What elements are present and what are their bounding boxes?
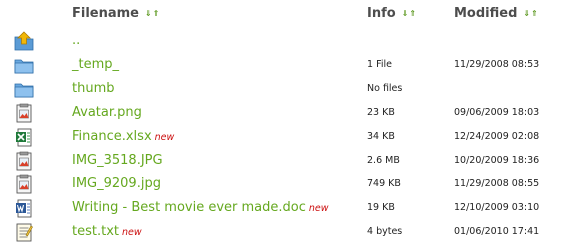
sort-ascending-icon[interactable]: ⇑	[409, 9, 416, 18]
file-name-link[interactable]: Finance.xlsx new	[72, 129, 174, 144]
sort-descending-icon[interactable]: ⇓	[402, 9, 409, 18]
file-row[interactable]: _temp_ 1 File 11/29/2008 08:53	[0, 54, 569, 77]
file-row[interactable]: ..	[0, 30, 569, 53]
modified-header[interactable]: Modified ⇓ ⇑	[454, 6, 538, 21]
file-name-link[interactable]: Writing - Best movie ever made.doc new	[72, 200, 329, 215]
file-name-text: test.txt	[72, 224, 119, 240]
file-modified-date: 11/29/2008 08:53	[454, 58, 540, 70]
info-header[interactable]: Info ⇓ ⇑	[367, 6, 416, 21]
new-badge: new	[308, 203, 329, 215]
file-info: 23 KB	[367, 106, 395, 118]
file-modified-date: 12/10/2009 03:10	[454, 202, 540, 214]
sort-descending-icon[interactable]: ⇓	[145, 9, 152, 18]
file-info: 4 bytes	[367, 226, 403, 238]
file-name-link[interactable]: _temp_	[72, 57, 119, 72]
file-name-link[interactable]: thumb	[72, 81, 115, 96]
file-list: Filename ⇓ ⇑ Info ⇓ ⇑ Modified ⇓ ⇑ .. _te…	[0, 0, 569, 246]
file-row[interactable]: thumb No files	[0, 78, 569, 101]
file-modified-date: 09/06/2009 18:03	[454, 106, 540, 118]
file-row[interactable]: IMG_9209.jpg 749 KB 11/29/2008 08:55	[0, 173, 569, 196]
file-row[interactable]: Writing - Best movie ever made.doc new 19 …	[0, 197, 569, 220]
new-badge: new	[122, 227, 142, 239]
file-row[interactable]: IMG_3518.JPG 2.6 MB 10/20/2009 18:36	[0, 150, 569, 173]
text-file-icon[interactable]	[14, 222, 34, 242]
file-info: 19 KB	[367, 202, 395, 214]
file-modified-date: 01/06/2010 17:41	[454, 226, 540, 238]
sort-descending-icon[interactable]: ⇓	[523, 9, 530, 18]
image-file-icon[interactable]	[14, 174, 34, 194]
file-info: 2.6 MB	[367, 154, 400, 166]
image-file-icon[interactable]	[14, 103, 34, 123]
info-header-label: Info	[367, 6, 396, 21]
new-badge: new	[154, 131, 175, 143]
file-name-link[interactable]: ..	[72, 33, 80, 48]
file-name-text: Avatar.png	[72, 104, 142, 120]
modified-header-label: Modified	[454, 6, 518, 21]
sort-ascending-icon[interactable]: ⇑	[153, 9, 160, 18]
excel-file-icon[interactable]	[14, 127, 34, 147]
file-modified-date: 11/29/2008 08:55	[454, 178, 540, 190]
file-modified-date: 12/24/2009 02:08	[454, 130, 540, 142]
file-info: 749 KB	[367, 178, 401, 190]
file-name-link[interactable]: IMG_9209.jpg	[72, 176, 161, 191]
sort-ascending-icon[interactable]: ⇑	[531, 9, 538, 18]
file-name-text: Writing - Best movie ever made.doc	[72, 200, 306, 216]
file-row[interactable]: test.txt new 4 bytes 01/06/2010 17:41	[0, 221, 569, 244]
file-name-text: Finance.xlsx	[72, 128, 152, 144]
folder-icon[interactable]	[14, 55, 34, 75]
modified-sort-arrows: ⇓ ⇑	[523, 9, 538, 18]
folder-icon[interactable]	[14, 79, 34, 99]
file-row[interactable]: Finance.xlsx new 34 KB 12/24/2009 02:08	[0, 126, 569, 149]
file-info: 1 File	[367, 58, 392, 70]
filename-header-label: Filename	[72, 6, 139, 21]
filename-sort-arrows: ⇓ ⇑	[145, 9, 160, 18]
info-sort-arrows: ⇓ ⇑	[402, 9, 416, 18]
file-name-text: _temp_	[72, 56, 120, 72]
image-file-icon[interactable]	[14, 151, 34, 171]
word-file-icon[interactable]	[14, 198, 34, 218]
parent-folder-icon[interactable]	[14, 31, 34, 51]
file-name-text: ..	[72, 33, 81, 48]
file-name-text: IMG_9209.jpg	[72, 176, 161, 192]
file-name-text: IMG_3518.JPG	[72, 152, 163, 168]
file-info: 34 KB	[367, 130, 395, 142]
file-name-link[interactable]: test.txt new	[72, 224, 142, 239]
filename-header[interactable]: Filename ⇓ ⇑	[72, 6, 159, 21]
file-name-link[interactable]: IMG_3518.JPG	[72, 153, 163, 168]
file-info: No files	[367, 82, 403, 94]
file-row[interactable]: Avatar.png 23 KB 09/06/2009 18:03	[0, 102, 569, 125]
file-name-text: thumb	[72, 80, 115, 96]
file-modified-date: 10/20/2009 18:36	[454, 154, 540, 166]
file-name-link[interactable]: Avatar.png	[72, 105, 142, 120]
